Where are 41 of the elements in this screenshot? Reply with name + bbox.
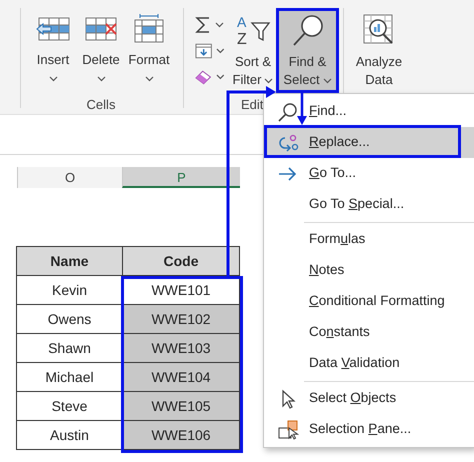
- selection-pane-icon: [277, 420, 299, 440]
- column-heading: Name: [16, 246, 122, 276]
- table-cell[interactable]: Owens: [16, 304, 122, 334]
- replace-icon: [277, 132, 299, 152]
- sort-filter-button[interactable]: A Z Sort & Filter: [229, 8, 277, 92]
- format-button[interactable]: Format: [125, 8, 173, 92]
- analyze-data-button[interactable]: Analyze Data: [350, 8, 408, 92]
- group-label: Edit: [241, 97, 264, 112]
- menu-item[interactable]: Go To...: [264, 158, 474, 189]
- menu-item[interactable]: Conditional Formatting: [264, 286, 474, 317]
- eraser-icon: [195, 69, 212, 85]
- search-icon: [290, 14, 324, 46]
- annotation-arrow: [297, 92, 307, 125]
- menu-item[interactable]: Selection Pane...: [264, 414, 474, 445]
- menu-item[interactable]: Formulas: [264, 224, 474, 255]
- table-cell[interactable]: WWE102: [122, 304, 240, 334]
- delete-button[interactable]: Delete: [77, 8, 125, 92]
- table-cell[interactable]: Michael: [16, 362, 122, 392]
- group-label: Cells: [86, 97, 116, 112]
- search-icon: [277, 102, 299, 122]
- table-cell[interactable]: WWE106: [122, 420, 240, 450]
- column-heading: Code: [122, 246, 240, 276]
- format-cells-icon: [132, 14, 166, 44]
- fill-down-icon: [195, 43, 212, 59]
- menu-item[interactable]: Constants: [264, 317, 474, 348]
- insert-button[interactable]: Insert: [29, 8, 77, 92]
- column-header[interactable]: O: [17, 167, 122, 188]
- table-cell[interactable]: WWE104: [122, 362, 240, 392]
- menu-item[interactable]: Notes: [264, 255, 474, 286]
- sum-icon: [195, 16, 211, 34]
- table-cell[interactable]: Austin: [16, 420, 122, 450]
- table-cell[interactable]: Steve: [16, 392, 122, 420]
- table-cell[interactable]: Kevin: [16, 276, 122, 304]
- table-cell[interactable]: WWE103: [122, 334, 240, 362]
- menu-item[interactable]: Select Objects: [264, 383, 474, 414]
- table-cell[interactable]: Shawn: [16, 334, 122, 362]
- menu-item[interactable]: Data Validation: [264, 348, 474, 379]
- table-cell[interactable]: WWE105: [122, 392, 240, 420]
- column-header[interactable]: P: [122, 167, 240, 188]
- menu-item[interactable]: Find...: [264, 96, 474, 127]
- menu-item[interactable]: Go To Special...: [264, 189, 474, 220]
